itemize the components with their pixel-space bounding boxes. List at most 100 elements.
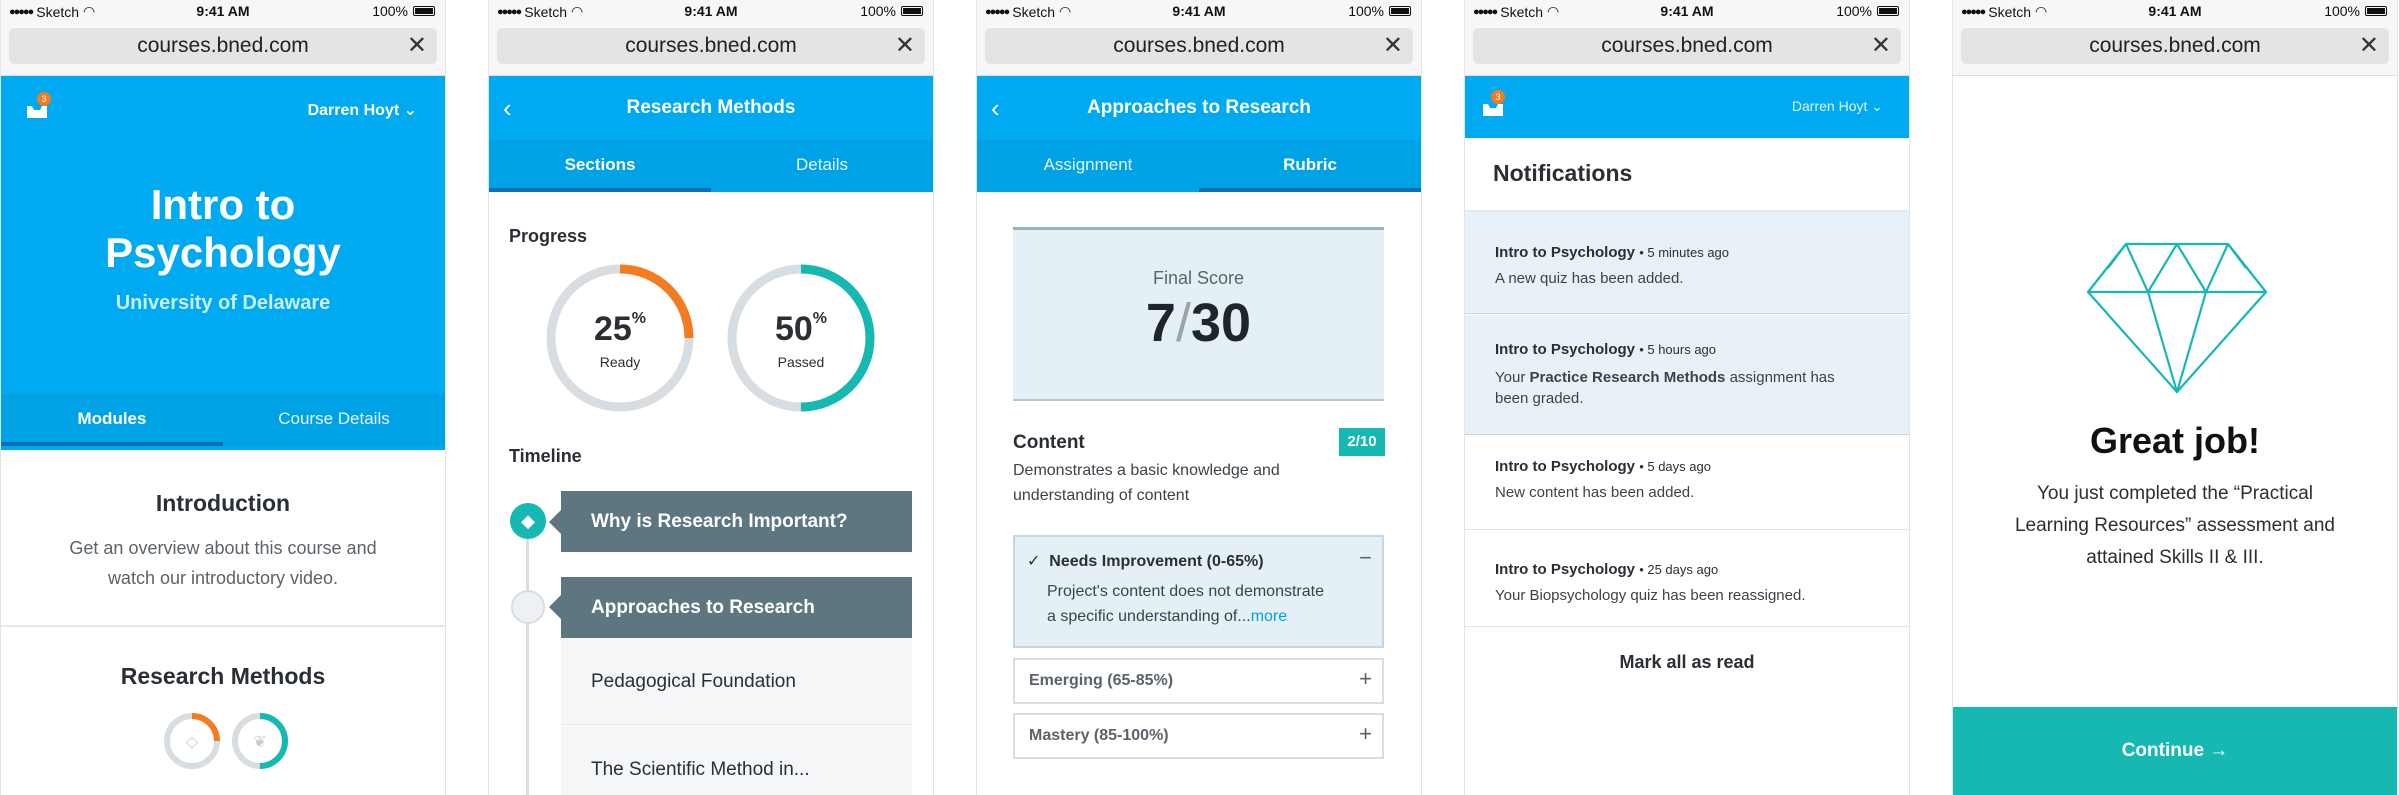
user-menu[interactable]: Darren Hoyt ⌄ [308,100,417,120]
inbox-icon[interactable]: 3 [1481,90,1505,116]
ring-label: Ready [599,354,641,370]
diamond-icon: ◇ [186,734,199,751]
ring-value: 50 [774,310,813,348]
text-post: assignment has [1725,369,1835,386]
close-icon[interactable]: ✕ [2359,28,2379,64]
mark-all-read-button[interactable]: Mark all as read [1465,652,1909,673]
timeline-subitem[interactable]: The Scientific Method in... [561,726,912,795]
notification-time: • 5 days ago [1639,459,1711,474]
notification-text: Your Practice Research Methods assignmen… [1495,367,1835,409]
expand-icon[interactable]: + [1359,666,1372,692]
notification-time: • 5 hours ago [1639,342,1717,357]
course-title-line1: Intro to [150,181,296,228]
notification-badge: 3 [1491,90,1505,104]
close-icon[interactable]: ✕ [1383,28,1403,64]
more-link[interactable]: more [1251,608,1287,625]
timeline-item[interactable]: Approaches to Research [561,577,912,638]
tab-modules[interactable]: Modules [1,394,223,446]
url-text: courses.bned.com [137,34,309,57]
level-needs-improvement[interactable]: ✓ Needs Improvement (0-65%) − Project's … [1013,535,1384,648]
notifications-title: Notifications [1493,160,1633,186]
notification-item[interactable]: Intro to Psychology • 25 days ago Your B… [1465,531,1909,627]
ring-unit: % [812,310,828,327]
stage: ●●●●● Sketch ◠ 9:41 AM 100% courses.bned.c… [0,0,2399,795]
score-value: 7 [1145,293,1176,353]
back-arrow-icon[interactable]: ‹ [991,76,1000,140]
tab-rubric[interactable]: Rubric [1199,140,1421,192]
section-title: Research Methods [120,663,326,689]
continue-button[interactable]: Continue → [1953,707,2397,795]
diamond-icon: ◆ [510,503,546,539]
battery-icon [1877,6,1899,16]
collapse-icon[interactable]: − [1359,545,1372,571]
battery-level: 100% [1836,3,1872,19]
tab-course-details[interactable]: Course Details [223,394,445,446]
progress-label: Progress [509,226,588,246]
message-line1: You just completed the “Practical [2036,483,2313,504]
level-description: Project's content does not demonstrate a… [1047,579,1324,629]
url-field[interactable]: courses.bned.com ✕ [9,28,437,64]
close-icon[interactable]: ✕ [407,28,427,64]
laurel-icon: ❦ [253,734,266,751]
tab-details[interactable]: Details [711,140,933,192]
battery-icon [1389,6,1411,16]
criterion-line1: Demonstrates a basic knowledge and [1013,462,1280,479]
url-bar: courses.bned.com ✕ [1953,22,2397,76]
level-mastery[interactable]: Mastery (85-100%) + [1013,713,1384,759]
intro-line2: watch our introductory video. [107,568,339,588]
status-bar: ●●●●● Sketch ◠ 9:41 AM 100% [1953,0,2397,22]
assignment-name: Practice Research Methods [1529,369,1726,386]
user-menu[interactable]: Darren Hoyt ⌄ [1792,98,1883,115]
status-bar: ●●●●● Sketch ◠ 9:41 AM 100% [1,0,445,22]
score-total: 30 [1190,293,1252,353]
close-icon[interactable]: ✕ [1871,28,1891,64]
back-arrow-icon[interactable]: ‹ [503,76,512,140]
url-field[interactable]: courses.bned.com ✕ [985,28,1413,64]
battery-icon [413,6,435,16]
ring-label: Passed [777,354,825,370]
user-name: Darren Hoyt [1791,98,1868,114]
timeline-item-active[interactable]: Why is Research Important? [561,491,912,552]
close-icon[interactable]: ✕ [895,28,915,64]
expand-icon[interactable]: + [1359,721,1372,747]
phone-research-methods: ●●●●● Sketch ◠ 9:41 AM 100% courses.bned.c… [488,0,934,795]
timeline-item-label: Why is Research Important? [591,511,848,532]
notification-badge: 3 [37,92,51,106]
timeline-line [526,520,529,795]
level-emerging[interactable]: Emerging (65-85%) + [1013,658,1384,704]
status-bar: ●●●●● Sketch ◠ 9:41 AM 100% [977,0,1421,22]
notification-item[interactable]: Intro to Psychology • 5 days ago New con… [1465,436,1909,530]
timeline-subitem[interactable]: Pedagogical Foundation [561,638,912,725]
tab-label: Assignment [1043,155,1133,174]
notification-text: Your Biopsychology quiz has been reassig… [1495,587,1806,604]
url-field[interactable]: courses.bned.com ✕ [497,28,925,64]
text-pre: Your [1495,369,1530,386]
pointer-arrow [549,595,561,619]
level-title: Needs Improvement (0-65%) [1049,553,1264,570]
mini-progress-passed: ❦ [229,710,291,777]
url-field[interactable]: courses.bned.com ✕ [1473,28,1901,64]
chevron-down-icon: ⌄ [403,102,417,119]
progress-ring-passed: 50% Passed [725,262,877,419]
intro-line1: Get an overview about this course and [69,538,377,558]
url-bar: courses.bned.com ✕ [1465,22,1909,76]
url-field[interactable]: courses.bned.com ✕ [1961,28,2389,64]
url-bar: courses.bned.com ✕ [977,22,1421,76]
url-text: courses.bned.com [625,34,797,57]
notification-item[interactable]: Intro to Psychology • 5 hours ago Your P… [1465,315,1909,435]
chevron-down-icon: ⌄ [1871,98,1883,114]
timeline-item-label: Pedagogical Foundation [591,671,796,692]
notification-course: Intro to Psychology [1495,458,1636,475]
course-title-line2: Psychology [105,229,341,276]
tab-label: Course Details [278,409,390,428]
text-line2: been graded. [1495,390,1584,407]
criterion-score-badge: 2/10 [1339,428,1385,456]
notification-item[interactable]: Intro to Psychology • 5 minutes ago A ne… [1465,212,1909,314]
phone-rubric: ●●●●● Sketch ◠ 9:41 AM 100% courses.bned.c… [976,0,1422,795]
inbox-icon[interactable]: 3 [25,92,51,118]
timeline-label: Timeline [509,446,582,466]
tab-assignment[interactable]: Assignment [977,140,1199,192]
level-line2: a specific understanding of... [1047,608,1251,625]
tab-sections[interactable]: Sections [489,140,711,192]
diamond-icon [2086,240,2268,401]
